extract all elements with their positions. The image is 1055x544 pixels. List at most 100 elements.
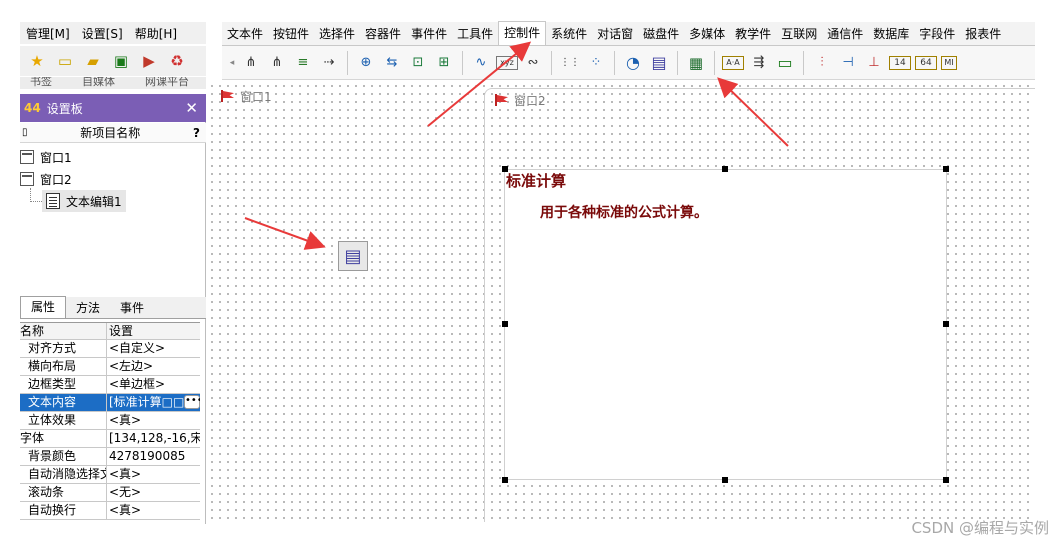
disk-chart-icon[interactable]: ◔ — [622, 51, 644, 75]
binary-grid-icon[interactable]: ⋮⋮ — [559, 51, 581, 75]
resize-handle[interactable] — [943, 477, 949, 483]
tab-properties[interactable]: 属性 — [20, 296, 67, 318]
xyz-icon[interactable]: xyz — [496, 55, 518, 70]
property-value[interactable]: <真> — [107, 412, 200, 429]
window2-title[interactable]: 窗口2 — [494, 90, 546, 110]
property-row[interactable]: 自动消隐选择文 <真> — [20, 466, 200, 484]
property-row[interactable]: 对齐方式 <自定义> — [20, 340, 200, 358]
save-icon[interactable]: ▣ — [110, 50, 132, 72]
calendar-icon[interactable]: ▦ — [685, 51, 707, 75]
menu-settings[interactable]: 设置[S] — [76, 25, 129, 42]
resize-handle[interactable] — [943, 166, 949, 172]
run-icon[interactable]: ▶ — [138, 50, 160, 72]
property-value[interactable]: 4278190085 — [107, 448, 200, 465]
property-value[interactable]: <单边框> — [107, 376, 200, 393]
tab-methods[interactable]: 方法 — [66, 298, 110, 318]
ruler-icon[interactable]: ⫶ — [811, 51, 833, 75]
tree-node-icon[interactable]: ⋔ — [240, 51, 262, 75]
tab-control[interactable]: 控制件 — [498, 21, 547, 45]
property-row[interactable]: 字体 [134,128,-16,宋 — [20, 430, 200, 448]
wave-icon[interactable]: ∿ — [470, 51, 492, 75]
slider-icon[interactable]: ⊣ — [837, 51, 859, 75]
toolbar-separator — [462, 50, 463, 75]
ellipsis-button[interactable]: ••• — [184, 395, 200, 409]
menu-manage[interactable]: 管理[M] — [20, 25, 76, 42]
folder-icon[interactable]: ▰ — [82, 50, 104, 72]
menu-help[interactable]: 帮助[H] — [129, 25, 183, 42]
property-row[interactable]: 横向布局 <左边> — [20, 358, 200, 376]
property-value[interactable]: [标准计算□□ ••• — [107, 394, 200, 411]
bookmark-item[interactable]: 书签 — [30, 77, 52, 89]
property-row[interactable]: 边框类型 <单边框> — [20, 376, 200, 394]
scope-icon[interactable]: ∾ — [522, 51, 544, 75]
resize-handle[interactable] — [722, 477, 728, 483]
resize-handle[interactable] — [722, 166, 728, 172]
resize-handle[interactable] — [943, 321, 949, 327]
scroll-left-icon[interactable]: ◂ — [228, 51, 236, 75]
tree-item-window2[interactable]: 窗口2 — [20, 169, 72, 189]
tree-item-window1[interactable]: 窗口1 — [20, 147, 72, 167]
flow-icon[interactable]: ⇆ — [381, 51, 403, 75]
tab-dialog[interactable]: 对话窗 — [592, 23, 638, 45]
tab-button[interactable]: 按钮件 — [268, 23, 314, 45]
property-row[interactable]: 自动换行 <真> — [20, 502, 200, 520]
tab-events[interactable]: 事件 — [110, 298, 154, 318]
tab-text[interactable]: 文本件 — [222, 23, 268, 45]
list-tree-icon[interactable]: ≡ — [292, 51, 314, 75]
property-value[interactable]: <真> — [107, 466, 200, 483]
property-row-selected[interactable]: 文本内容 [标准计算□□ ••• — [20, 394, 200, 412]
tab-report[interactable]: 报表件 — [960, 23, 1006, 45]
star-icon[interactable]: ★ — [26, 50, 48, 72]
tab-container[interactable]: 容器件 — [360, 23, 406, 45]
bookmark-item[interactable]: 自媒体 — [82, 77, 115, 89]
property-name: 横向布局 — [20, 358, 107, 375]
property-value[interactable]: <左边> — [107, 358, 200, 375]
bus-icon[interactable]: ▭ — [774, 51, 796, 75]
property-value[interactable]: [134,128,-16,宋 — [107, 430, 200, 447]
dot-matrix-icon[interactable]: ⁘ — [585, 51, 607, 75]
resize-handle[interactable] — [502, 321, 508, 327]
resize-handle[interactable] — [502, 477, 508, 483]
tree-item-text-editor[interactable]: 文本编辑1 — [42, 190, 126, 212]
tab-database[interactable]: 数据库 — [868, 23, 914, 45]
property-name: 滚动条 — [20, 484, 107, 501]
property-row[interactable]: 滚动条 <无> — [20, 484, 200, 502]
box-link-icon[interactable]: ⊞ — [433, 51, 455, 75]
box-arrow-icon[interactable]: ⊡ — [407, 51, 429, 75]
crosshair-icon[interactable]: ⊕ — [355, 51, 377, 75]
document-box-icon[interactable]: ▤ — [648, 51, 670, 75]
switch-list-icon[interactable]: ⇶ — [748, 51, 770, 75]
bookmark-item[interactable]: 网课平台 — [145, 77, 189, 89]
help-icon[interactable]: ? — [193, 126, 200, 140]
property-grid: 名称 设置 对齐方式 <自定义> 横向布局 <左边> 边框类型 <单边框> 文本… — [20, 322, 200, 520]
property-row[interactable]: 立体效果 <真> — [20, 412, 200, 430]
project-name[interactable]: 新项目名称 — [80, 124, 140, 141]
recycle-icon[interactable]: ♻ — [166, 50, 188, 72]
dragged-text-editor-icon[interactable]: ▤ — [338, 241, 368, 271]
mid-icon[interactable]: MI — [941, 55, 957, 70]
connector-icon[interactable]: ⇢ — [318, 51, 340, 75]
tab-comm[interactable]: 通信件 — [822, 23, 868, 45]
tab-teaching[interactable]: 教学件 — [730, 23, 776, 45]
tab-system[interactable]: 系统件 — [546, 23, 592, 45]
tab-event[interactable]: 事件件 — [406, 23, 452, 45]
ab-box-icon[interactable]: A·A — [722, 55, 744, 70]
property-value[interactable]: <无> — [107, 484, 200, 501]
tab-disk[interactable]: 磁盘件 — [638, 23, 684, 45]
counter-14-icon[interactable]: 14 — [889, 55, 911, 70]
resize-handle[interactable] — [502, 166, 508, 172]
tab-tools[interactable]: 工具件 — [452, 23, 498, 45]
tab-field[interactable]: 字段件 — [914, 23, 960, 45]
property-value[interactable]: <真> — [107, 502, 200, 519]
counter-64-icon[interactable]: 64 — [915, 55, 937, 70]
window-icon[interactable]: ▭ — [54, 50, 76, 72]
property-value[interactable]: <自定义> — [107, 340, 200, 357]
window1-title[interactable]: 窗口1 — [220, 86, 272, 106]
tab-select[interactable]: 选择件 — [314, 23, 360, 45]
close-icon[interactable]: ✕ — [185, 99, 198, 117]
tab-multimedia[interactable]: 多媒体 — [684, 23, 730, 45]
tab-internet[interactable]: 互联网 — [776, 23, 822, 45]
scale-icon[interactable]: ⊥ — [863, 51, 885, 75]
property-row[interactable]: 背景颜色 4278190085 — [20, 448, 200, 466]
tree-branch-icon[interactable]: ⋔ — [266, 51, 288, 75]
